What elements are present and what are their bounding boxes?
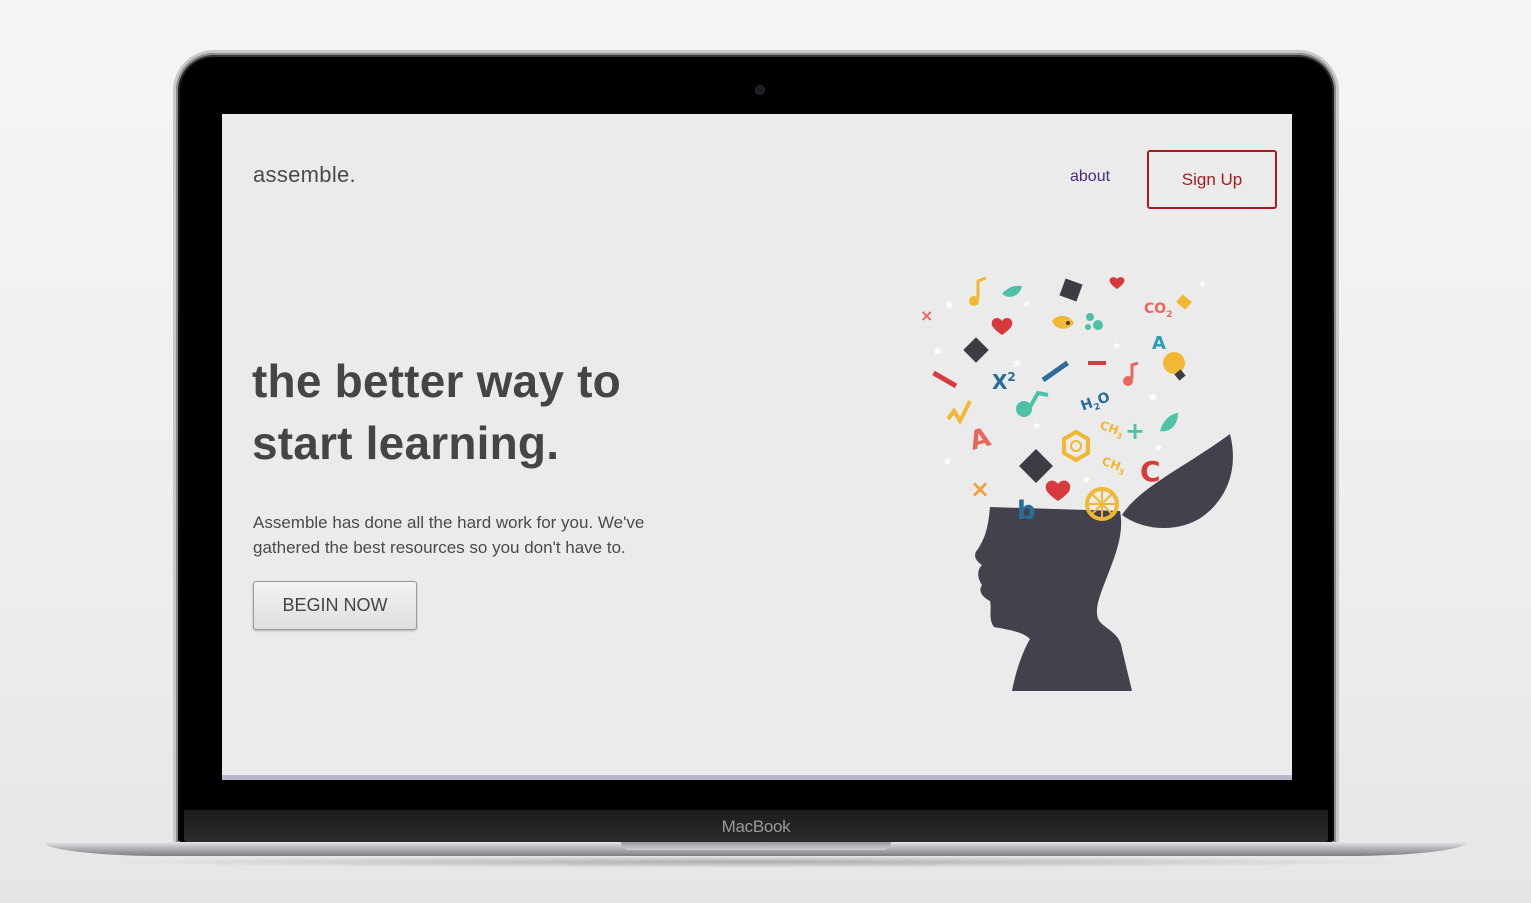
star-icon: ★ (1148, 390, 1159, 404)
plus-sign: × (970, 475, 990, 503)
square-root-symbol (946, 400, 972, 426)
hero-headline: the better way to start learning. (252, 350, 772, 474)
pencil-icon (1041, 360, 1070, 383)
leaf-icon (1002, 285, 1022, 297)
letter-a-icon: A (967, 422, 994, 456)
site-logo[interactable]: assemble. (253, 162, 356, 188)
music-note-icon (1028, 390, 1049, 408)
star-icon: ★ (1082, 475, 1091, 486)
plus-sign: + (1125, 417, 1145, 445)
laptop-shadow (90, 856, 1420, 868)
h2o-symbol: H2O (1079, 389, 1114, 417)
fish-icon (1052, 315, 1074, 329)
eraser-icon (1176, 294, 1192, 310)
star-icon: ★ (1022, 299, 1031, 310)
heart-icon (1109, 277, 1125, 289)
lightbulb-icon (1163, 352, 1185, 374)
description-line-2: gathered the best resources so you don't… (253, 538, 626, 557)
headline-line-2: start learning. (252, 417, 560, 469)
star-icon: ★ (1154, 443, 1163, 454)
star-icon: ★ (944, 298, 955, 312)
heart-icon (1045, 480, 1071, 501)
molecule-icon (1086, 313, 1094, 321)
screen-bottom-edge (222, 775, 1292, 780)
sign-up-button[interactable]: Sign Up (1147, 150, 1277, 209)
learning-head-illustration: CO2 A X2 H2O A CH3 CH3 C b × + × ★ ★ ★ ★… (920, 276, 1233, 691)
ch3-symbol: CH3 (1099, 454, 1127, 477)
letter-c-icon: C (1140, 455, 1161, 488)
dark-diamond (1059, 278, 1083, 302)
letter-b-icon: b (1017, 496, 1036, 526)
music-note-icon (1130, 361, 1139, 379)
star-icon: ★ (1198, 279, 1207, 290)
dark-diamond (1019, 449, 1053, 483)
begin-now-button[interactable]: BEGIN NOW (253, 581, 417, 630)
head-silhouette (975, 507, 1132, 691)
x-squared-symbol: X2 (992, 370, 1016, 394)
dark-diamond (963, 337, 989, 363)
fish-icon (1066, 321, 1070, 325)
music-note-icon (1123, 376, 1133, 386)
website-screen: assemble. about Sign Up the better way t… (222, 114, 1292, 780)
description-line-1: Assemble has done all the hard work for … (253, 513, 645, 532)
hero-description: Assemble has done all the hard work for … (253, 510, 713, 560)
laptop-hinge-notch (621, 842, 891, 850)
laptop-base (44, 842, 1467, 856)
music-note-icon (1016, 401, 1032, 417)
co2-symbol: CO2 (1144, 301, 1172, 320)
molecule-icon (1093, 320, 1103, 330)
webcam-icon (756, 86, 764, 94)
benzene-ring-icon (1070, 440, 1082, 452)
head-lid (1122, 434, 1233, 528)
star-icon: ★ (1012, 356, 1023, 370)
star-icon: ★ (1112, 341, 1121, 352)
molecule-icon (1085, 324, 1091, 330)
headline-line-1: the better way to (252, 355, 621, 407)
leaf-icon (1160, 413, 1178, 432)
benzene-ring-icon (1062, 429, 1090, 463)
minus-sign (1088, 361, 1106, 365)
plus-sign: × (920, 306, 933, 325)
ch3-symbol: CH3 (1097, 418, 1125, 441)
star-icon: ★ (932, 344, 943, 358)
pencil-icon (932, 370, 958, 389)
heart-icon (991, 318, 1013, 335)
laptop-chin: MacBook (184, 810, 1328, 843)
star-icon: ★ (942, 454, 953, 468)
nav-about-link[interactable]: about (1070, 168, 1110, 186)
music-note-icon (969, 296, 979, 306)
macbook-label: MacBook (721, 817, 791, 836)
star-icon: ★ (1032, 421, 1041, 432)
music-note-icon (976, 276, 987, 299)
letter-a-icon: A (1152, 333, 1166, 354)
